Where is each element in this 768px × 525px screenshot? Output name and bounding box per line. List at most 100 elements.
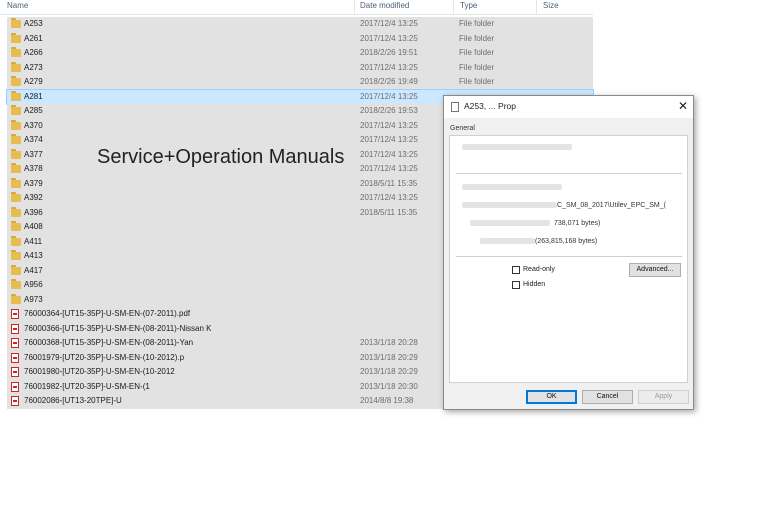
readonly-label: Read-only [523, 266, 555, 273]
advanced-button[interactable]: Advanced... [629, 263, 681, 277]
row-date-modified: 2014/8/8 19:38 [360, 396, 414, 405]
column-size[interactable]: Size [543, 0, 559, 14]
folder-icon [11, 293, 21, 304]
folder-icon [11, 76, 21, 86]
folder-row[interactable]: A261 2017/12/4 13:25 File folder [7, 31, 593, 46]
column-separator[interactable] [536, 0, 537, 14]
column-type[interactable]: Type [460, 0, 477, 14]
folder-icon [11, 177, 21, 188]
row-name: A973 [24, 294, 43, 304]
folder-icon [11, 221, 21, 231]
row-date-modified: 2017/12/4 13:25 [360, 135, 418, 144]
folder-icon [11, 235, 21, 246]
pdf-file-icon [11, 352, 19, 363]
row-date-modified: 2018/5/11 15:35 [360, 178, 418, 188]
row-name: A396 [24, 207, 43, 217]
row-date-modified: 2018/2/26 19:53 [360, 106, 418, 115]
row-type: File folder [459, 19, 495, 28]
row-date-modified: 2017/12/4 13:25 [360, 62, 418, 72]
column-separator[interactable] [453, 0, 454, 14]
hidden-checkbox[interactable] [512, 281, 520, 289]
row-date-modified: 2013/1/18 20:30 [360, 381, 418, 391]
folder-icon [11, 119, 21, 130]
tab-bar: General [450, 123, 475, 135]
row-name: A408 [24, 222, 43, 231]
folder-icon [11, 192, 21, 202]
apply-button[interactable]: Apply [638, 390, 689, 404]
row-date-modified: 2017/12/4 13:25 [360, 193, 418, 202]
close-icon[interactable]: ✕ [678, 99, 688, 113]
folder-icon [11, 148, 21, 159]
row-date-modified: 2017/12/4 13:25 [360, 120, 418, 130]
pdf-file-icon [11, 323, 19, 334]
row-name: A253 [24, 19, 43, 28]
readonly-checkbox[interactable] [512, 266, 520, 274]
row-date-modified: 2018/2/26 19:51 [360, 48, 418, 57]
folder-row[interactable]: A279 2018/2/26 19:49 File folder [7, 75, 593, 90]
general-panel: C_SM_08_2017\Utilev_EPC_SM_( 738,071 byt… [449, 135, 688, 383]
overlay-title: Service+Operation Manuals [97, 146, 345, 168]
row-date-modified: 2017/12/4 13:25 [360, 19, 418, 28]
folder-properties-icon [451, 102, 459, 112]
row-name: A413 [24, 251, 43, 260]
row-type: File folder [459, 48, 495, 57]
column-header: Name Date modified Type Size [0, 0, 593, 15]
column-separator[interactable] [354, 0, 355, 14]
row-date-modified: 2018/5/11 15:35 [360, 207, 418, 217]
row-name: A370 [24, 120, 43, 130]
row-name: A279 [24, 77, 43, 86]
row-name: 76001979-[UT20-35P]-U-SM-EN-(10-2012).p [24, 352, 185, 362]
dialog-title: A253, ... Prop [464, 101, 516, 111]
row-name: A266 [24, 48, 43, 57]
folder-icon [11, 163, 21, 173]
row-name: A285 [24, 106, 43, 115]
row-date-modified: 2013/1/18 20:29 [360, 367, 418, 376]
divider [456, 256, 682, 257]
row-name: A273 [24, 62, 43, 72]
hidden-label: Hidden [523, 281, 546, 288]
location-value: C_SM_08_2017\Utilev_EPC_SM_( [557, 202, 666, 209]
row-name: 76002086-[UT13-20TPE]-U [24, 396, 122, 405]
folder-row[interactable]: A253 2017/12/4 13:25 File folder [7, 17, 593, 32]
properties-dialog: A253, ... Prop ✕ General C_SM_08_2017\Ut… [443, 95, 694, 410]
folder-icon [11, 264, 21, 275]
row-date-modified: 2017/12/4 13:25 [360, 149, 418, 159]
row-date-modified: 2013/1/18 20:28 [360, 338, 418, 347]
divider [456, 173, 682, 174]
blurred-location-label [462, 202, 557, 208]
row-name: A417 [24, 265, 43, 275]
row-date-modified: 2017/12/4 13:25 [360, 164, 418, 173]
pdf-file-icon [11, 367, 19, 377]
row-date-modified: 2017/12/4 13:25 [360, 91, 418, 101]
row-name: A392 [24, 193, 43, 202]
pdf-file-icon [11, 309, 19, 319]
ok-button[interactable]: OK [526, 390, 577, 404]
blurred-size-on-disk-label [480, 238, 535, 244]
row-name: 76001980-[UT20-35P]-U-SM-EN-(10-2012 [24, 367, 175, 376]
cancel-button[interactable]: Cancel [582, 390, 633, 404]
pdf-file-icon [11, 338, 19, 348]
tab-general[interactable]: General [450, 125, 475, 132]
column-date-modified[interactable]: Date modified [360, 0, 409, 14]
folder-icon [11, 47, 21, 57]
folder-icon [11, 18, 21, 28]
size-value: 738,071 bytes) [554, 220, 601, 227]
row-date-modified: 2017/12/4 13:25 [360, 33, 418, 43]
row-name: A411 [24, 236, 43, 246]
row-name: 76000364-[UT15-35P]-U-SM-EN-(07-2011).pd… [24, 309, 191, 318]
folder-row[interactable]: A273 2017/12/4 13:25 File folder [7, 60, 593, 75]
folder-row[interactable]: A266 2018/2/26 19:51 File folder [7, 46, 593, 61]
row-type: File folder [459, 33, 495, 43]
row-type: File folder [459, 62, 495, 72]
pdf-file-icon [11, 396, 19, 406]
folder-icon [11, 90, 21, 101]
blurred-size-label [470, 220, 550, 226]
row-name: 76000368-[UT15-35P]-U-SM-EN-(08-2011)-Ya… [24, 338, 194, 347]
column-name[interactable]: Name [7, 0, 28, 14]
dialog-titlebar[interactable]: A253, ... Prop ✕ [444, 96, 693, 118]
row-name: A281 [24, 91, 43, 101]
size-on-disk-value: (263,815,168 bytes) [535, 238, 598, 245]
row-name: 76000366-[UT15-35P]-U-SM-EN-(08-2011)-Ni… [24, 323, 212, 333]
folder-icon [11, 250, 21, 260]
pdf-file-icon [11, 381, 19, 392]
